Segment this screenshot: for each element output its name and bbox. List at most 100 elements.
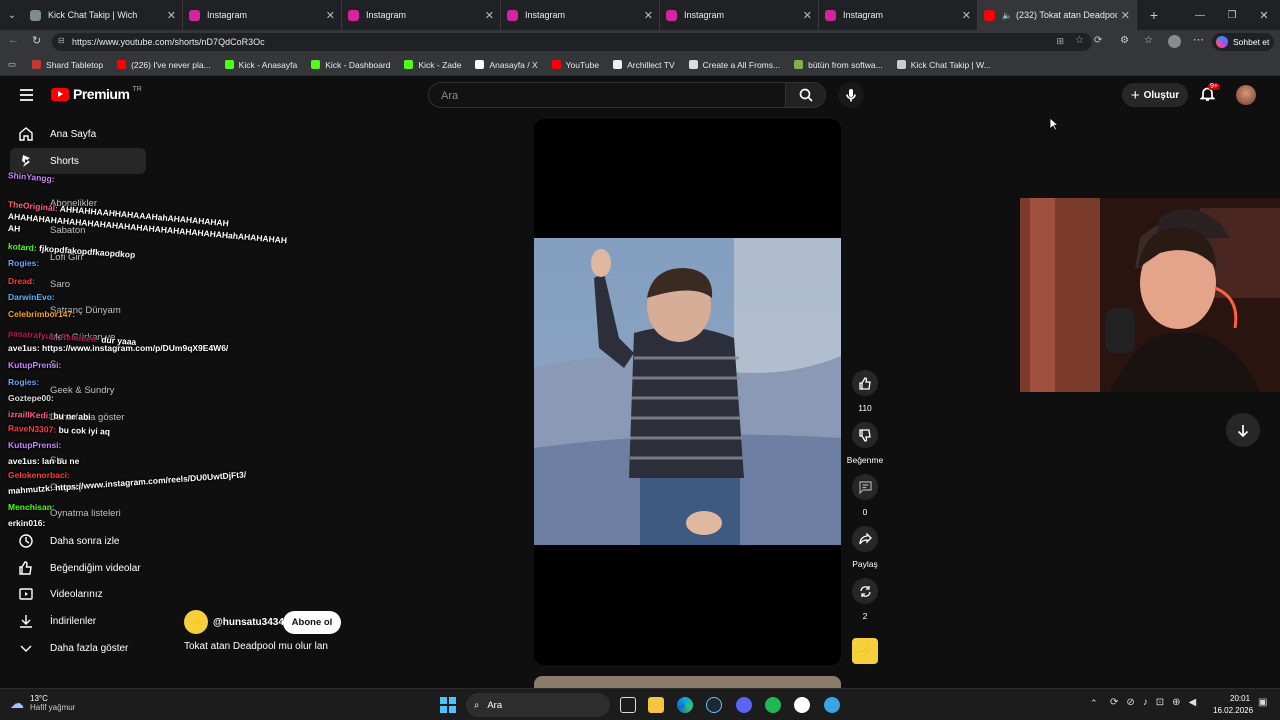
clock-date[interactable]: 16.02.2026 [1213,706,1253,715]
audio-icon[interactable]: 🔈 [1002,11,1012,20]
notification-center-icon[interactable]: ▣ [1258,697,1267,708]
comment-count: 0 [862,507,868,517]
tab-close-icon[interactable]: ✕ [644,9,653,22]
extension-puzzle-icon[interactable]: ⚙ [1120,35,1129,46]
extensions-icon[interactable]: ⟳ [1094,35,1102,46]
channel-avatar[interactable]: ⚡ [184,610,208,634]
weather-widget[interactable]: ☁ 13°C Hafif yağmur [10,694,75,712]
chat-message: ave1us: lan bu ne [8,456,79,466]
browser-tab[interactable]: Instagram ✕ [183,0,342,30]
bookmark-item[interactable]: bütün from softwa... [794,60,883,70]
favorite-star-icon[interactable]: ☆ [1075,35,1084,46]
subscribe-button[interactable]: Abone ol [283,611,341,634]
youtube-logo[interactable]: Premium TR [51,86,142,102]
tab-close-icon[interactable]: ✕ [485,9,494,22]
bookmark-item[interactable]: Anasayfa / X [475,60,538,70]
comments-button[interactable] [852,474,878,500]
tab-close-icon[interactable]: ✕ [1121,9,1130,22]
bookmark-item[interactable]: Shard Tabletop [32,60,103,70]
tab-close-icon[interactable]: ✕ [962,9,971,22]
bookmark-item[interactable]: Kick - Dashboard [311,60,390,70]
short-video-player[interactable] [534,119,841,665]
url-field[interactable]: ⊟ https://www.youtube.com/shorts/nD7QdCo… [52,33,1092,51]
notifications-button[interactable]: 9+ [1199,83,1220,107]
browser-tab[interactable]: Instagram ✕ [819,0,978,30]
logo-region: TR [132,85,142,93]
next-short-preview[interactable] [534,676,841,688]
share-button[interactable] [852,526,878,552]
tray-overflow-icon[interactable]: ⌃ [1090,698,1098,709]
search-button[interactable] [786,82,826,108]
start-button[interactable] [440,697,456,713]
discord-icon[interactable] [736,697,752,713]
task-view-icon[interactable] [620,697,636,713]
taskbar-search[interactable]: ⌕ Ara [466,693,610,717]
next-video-button[interactable] [1226,413,1260,447]
sidebar-item-label[interactable]: Saro [50,279,70,290]
edge-icon[interactable] [677,697,693,713]
streamer-webcam [1020,198,1280,392]
bookmark-item[interactable]: Create a All Froms... [688,59,781,70]
microphone-icon [846,89,856,102]
spotify-icon[interactable] [765,697,781,713]
bookmark-item[interactable]: Kick - Anasayfa [224,60,297,70]
bookmark-item[interactable]: Kick Chat Takip | W... [896,60,991,70]
search-input[interactable]: Ara [428,82,786,108]
profile-avatar[interactable] [1168,35,1181,48]
account-avatar[interactable] [1236,85,1256,105]
site-info-icon[interactable]: ⊟ [58,36,65,45]
sidebar-item[interactable]: Beğendiğim videolar [10,555,146,581]
sidebar-item-label[interactable]: Geek & Sundry [50,385,114,396]
reading-view-icon[interactable]: ▭ [8,59,16,70]
back-icon[interactable]: ← [8,34,19,46]
bookmark-item[interactable]: Archillect TV [613,60,675,70]
sidebar-item[interactable]: Daha fazla göster [10,635,146,661]
remix-button[interactable] [852,578,878,604]
favorites-icon[interactable]: ☆ [1144,35,1153,46]
sidebar-item[interactable]: İndirilenler [10,608,146,634]
unreal-icon[interactable] [794,697,810,713]
file-explorer-icon[interactable] [648,697,664,713]
sound-thumbnail[interactable]: ⚡ [852,638,878,664]
steam-icon[interactable] [706,697,722,713]
bookmark-item[interactable]: YouTube [551,60,599,70]
create-button[interactable]: + Oluştur [1122,83,1188,107]
browser-tab[interactable]: Instagram ✕ [501,0,660,30]
new-tab-button[interactable]: + [1143,7,1165,23]
sidebar-item-label[interactable]: Oynatma listeleri [50,508,121,519]
bookmark-label: Create a All Froms... [702,59,781,70]
sidebar-item[interactable]: Shorts [10,148,146,174]
sidebar-item[interactable]: Ana Sayfa [10,121,146,147]
channel-name[interactable]: @hunsatu3434 [213,617,284,628]
like-button[interactable] [852,370,878,396]
copilot-button[interactable]: Sohbet et [1212,33,1274,51]
tab-close-icon[interactable]: ✕ [326,9,335,22]
browser-tab[interactable]: Instagram ✕ [342,0,501,30]
bookmark-item[interactable]: (226) I've never pla... [117,60,211,70]
close-window-button[interactable]: ✕ [1248,9,1280,22]
minimize-button[interactable]: — [1184,10,1216,21]
more-menu-icon[interactable]: ⋯ [1193,33,1204,46]
app-icon[interactable] [824,697,840,713]
restore-button[interactable]: ❐ [1216,10,1248,21]
bookmark-item[interactable]: Kick - Zade [404,60,461,70]
clock-time[interactable]: 20:01 [1230,694,1250,703]
sidebar-item-label: Shorts [50,155,79,167]
chat-message: Rogies: [8,377,39,387]
browser-tab[interactable]: Kick Chat Takip | Wich ✕ [24,0,183,30]
app-install-icon[interactable]: ⊞ [1056,36,1064,47]
tab-close-icon[interactable]: ✕ [167,9,176,22]
chat-username: Menchisan: [8,502,55,512]
tray-icons[interactable]: ⟳⊘♪⊡⊕◀ [1110,697,1204,708]
browser-tab[interactable]: 🔈(232) Tokat atan Deadpool m ✕ [978,0,1137,30]
sidebar-item[interactable]: Daha sonra izle [10,528,146,554]
tab-search-icon[interactable]: ⌄ [0,0,24,30]
dislike-button[interactable] [852,422,878,448]
voice-search-button[interactable] [838,82,864,108]
menu-icon[interactable] [19,88,34,102]
tab-close-icon[interactable]: ✕ [803,9,812,22]
browser-tab[interactable]: Instagram ✕ [660,0,819,30]
reload-icon[interactable]: ↻ [32,34,41,47]
sidebar-item[interactable]: Videolarınız [10,581,146,607]
bookmarks-bar: ▭ Shard Tabletop (226) I've never pla... K… [0,54,1280,76]
